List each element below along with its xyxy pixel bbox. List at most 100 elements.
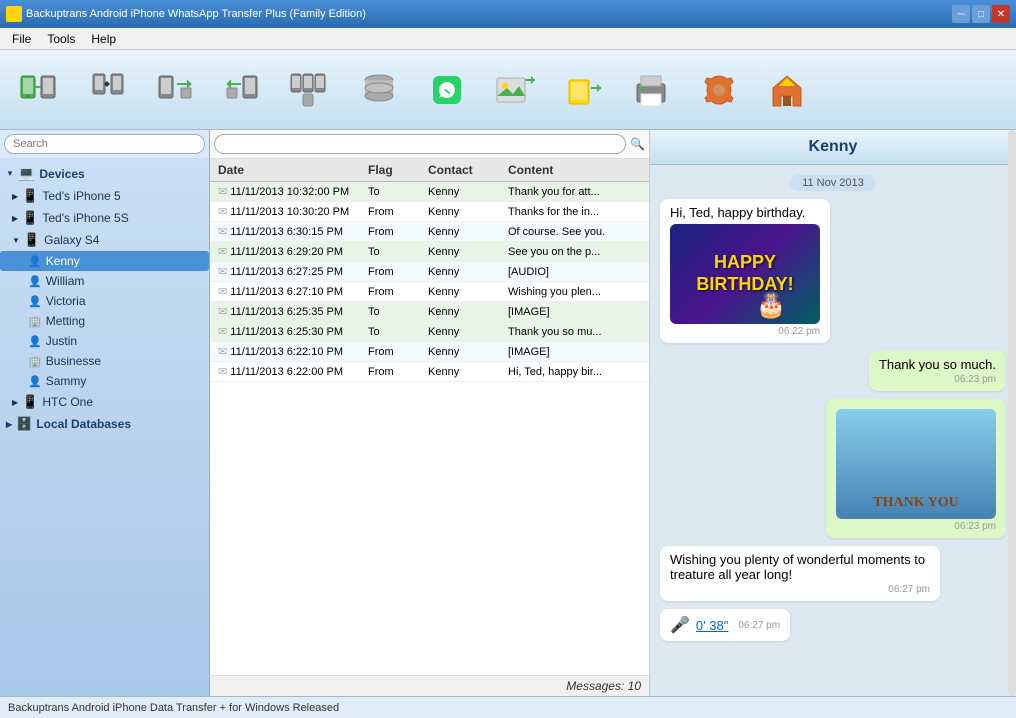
menu-help[interactable]: Help bbox=[83, 30, 124, 48]
transfer-android-icon bbox=[17, 68, 61, 112]
msg-flag: From bbox=[368, 346, 428, 358]
message-rows: ✉ 11/11/2013 10:32:00 PM To Kenny Thank … bbox=[210, 182, 649, 675]
toolbar-btn-2[interactable] bbox=[76, 56, 138, 124]
msg-date: ✉ 11/11/2013 6:27:25 PM bbox=[218, 265, 368, 278]
whatsapp-transfer-icon bbox=[425, 68, 469, 112]
sidebar-item-htcone[interactable]: ▶ 📱 HTC One bbox=[0, 391, 209, 413]
sidebar-contact-metting[interactable]: 🏢 Metting bbox=[0, 311, 209, 331]
sidebar-search-input[interactable] bbox=[4, 134, 205, 154]
victoria-contact-icon: 👤 bbox=[28, 295, 42, 308]
william-contact-icon: 👤 bbox=[28, 275, 42, 288]
audio-duration[interactable]: 0' 38" bbox=[696, 618, 728, 633]
message-row[interactable]: ✉ 11/11/2013 6:30:15 PM From Kenny Of co… bbox=[210, 222, 649, 242]
sidebar: ▼ 💻 Devices ▶ 📱 Ted's iPhone 5 ▶ 📱 Ted's… bbox=[0, 130, 210, 696]
msg-contact: Kenny bbox=[428, 286, 508, 298]
sidebar-item-teds-iphone5[interactable]: ▶ 📱 Ted's iPhone 5 bbox=[0, 185, 209, 207]
iphone5s-expand-icon: ▶ bbox=[12, 214, 18, 223]
bubble-2-time: 06:23 pm bbox=[879, 374, 996, 385]
sammy-contact-icon: 👤 bbox=[28, 375, 42, 388]
message-row[interactable]: ✉ 11/11/2013 6:27:25 PM From Kenny [AUDI… bbox=[210, 262, 649, 282]
sidebar-contact-victoria[interactable]: 👤 Victoria bbox=[0, 291, 209, 311]
toolbar-btn-9[interactable] bbox=[552, 56, 614, 124]
envelope-icon: ✉ bbox=[218, 206, 227, 218]
message-row[interactable]: ✉ 11/11/2013 6:29:20 PM To Kenny See you… bbox=[210, 242, 649, 262]
msg-date: ✉ 11/11/2013 6:27:10 PM bbox=[218, 285, 368, 298]
message-row[interactable]: ✉ 11/11/2013 6:25:35 PM To Kenny [IMAGE] bbox=[210, 302, 649, 322]
message-row[interactable]: ✉ 11/11/2013 10:30:20 PM From Kenny Than… bbox=[210, 202, 649, 222]
menu-file[interactable]: File bbox=[4, 30, 39, 48]
sidebar-tree: ▼ 💻 Devices ▶ 📱 Ted's iPhone 5 ▶ 📱 Ted's… bbox=[0, 158, 209, 696]
chat-bubble-1: Hi, Ted, happy birthday. HAPPYBIRTHDAY! … bbox=[660, 199, 830, 343]
message-list: 🔍 Date Flag Contact Content ✉ 11/11/2013… bbox=[210, 130, 650, 696]
menu-tools[interactable]: Tools bbox=[39, 30, 83, 48]
print-icon bbox=[629, 68, 673, 112]
htcone-label: HTC One bbox=[42, 395, 93, 409]
chat-messages[interactable]: 11 Nov 2013 Hi, Ted, happy birthday. HAP… bbox=[650, 165, 1016, 696]
maximize-button[interactable]: □ bbox=[972, 5, 990, 23]
devices-group[interactable]: ▼ 💻 Devices bbox=[0, 162, 209, 185]
toolbar-btn-12[interactable] bbox=[756, 56, 818, 124]
toolbar-btn-11[interactable] bbox=[688, 56, 750, 124]
thankyou-image: THANK YOU bbox=[836, 409, 996, 519]
sidebar-contact-sammy[interactable]: 👤 Sammy bbox=[0, 371, 209, 391]
msg-flag: From bbox=[368, 286, 428, 298]
local-databases-group[interactable]: ▶ 🗄️ Local Databases bbox=[0, 413, 209, 435]
toolbar-btn-7[interactable] bbox=[416, 56, 478, 124]
bubble-1-time: 06:22 pm bbox=[670, 326, 820, 337]
msg-contact: Kenny bbox=[428, 326, 508, 338]
title-bar-controls: ─ □ ✕ bbox=[952, 5, 1010, 23]
chat-contact-name: Kenny bbox=[809, 138, 858, 155]
sidebar-contact-justin[interactable]: 👤 Justin bbox=[0, 331, 209, 351]
msg-date: ✉ 11/11/2013 10:32:00 PM bbox=[218, 185, 368, 198]
status-text: Backuptrans Android iPhone Data Transfer… bbox=[8, 702, 339, 714]
iphone5-expand-icon: ▶ bbox=[12, 192, 18, 201]
msg-flag: To bbox=[368, 246, 428, 258]
htcone-expand-icon: ▶ bbox=[12, 398, 18, 407]
toolbar-btn-4[interactable] bbox=[212, 56, 274, 124]
chat-scrollbar[interactable] bbox=[1008, 130, 1016, 696]
msg-contact: Kenny bbox=[428, 206, 508, 218]
search-icon: 🔍 bbox=[630, 137, 645, 151]
sidebar-item-galaxys4[interactable]: ▼ 📱 Galaxy S4 bbox=[0, 229, 209, 251]
chat-date-label: 11 Nov 2013 bbox=[790, 175, 876, 191]
envelope-icon: ✉ bbox=[218, 346, 227, 358]
metting-label: Metting bbox=[46, 314, 85, 328]
msg-flag: From bbox=[368, 226, 428, 238]
message-row[interactable]: ✉ 11/11/2013 6:22:10 PM From Kenny [IMAG… bbox=[210, 342, 649, 362]
minimize-button[interactable]: ─ bbox=[952, 5, 970, 23]
toolbar-btn-1[interactable] bbox=[8, 56, 70, 124]
message-search-input[interactable] bbox=[214, 134, 626, 154]
envelope-icon: ✉ bbox=[218, 186, 227, 198]
msg-content: Hi, Ted, happy bir... bbox=[508, 366, 641, 378]
chat-bubble-2: Thank you so much. 06:23 pm bbox=[869, 351, 1006, 391]
chat-area: Kenny 11 Nov 2013 Hi, Ted, happy birthda… bbox=[650, 130, 1016, 696]
close-button[interactable]: ✕ bbox=[992, 5, 1010, 23]
iphone5s-label: Ted's iPhone 5S bbox=[42, 211, 128, 225]
businesse-label: Businesse bbox=[46, 354, 101, 368]
toolbar-btn-3[interactable] bbox=[144, 56, 206, 124]
toolbar-btn-10[interactable] bbox=[620, 56, 682, 124]
sidebar-contact-william[interactable]: 👤 William bbox=[0, 271, 209, 291]
message-count: Messages: 10 bbox=[566, 679, 641, 693]
message-row[interactable]: ✉ 11/11/2013 6:27:10 PM From Kenny Wishi… bbox=[210, 282, 649, 302]
message-row[interactable]: ✉ 11/11/2013 6:22:00 PM From Kenny Hi, T… bbox=[210, 362, 649, 382]
audio-bubble: 🎤 0' 38" 06:27 pm bbox=[670, 615, 780, 635]
toolbar-btn-5[interactable] bbox=[280, 56, 342, 124]
toolbar-btn-8[interactable] bbox=[484, 56, 546, 124]
sammy-label: Sammy bbox=[46, 374, 87, 388]
db-icon: 🗄️ bbox=[16, 416, 32, 432]
col-flag: Flag bbox=[368, 163, 428, 177]
chat-bubble-4: Wishing you plenty of wonderful moments … bbox=[660, 546, 940, 601]
message-row[interactable]: ✉ 11/11/2013 10:32:00 PM To Kenny Thank … bbox=[210, 182, 649, 202]
msg-contact: Kenny bbox=[428, 306, 508, 318]
sidebar-contact-kenny[interactable]: 👤 Kenny bbox=[0, 251, 209, 271]
sidebar-item-teds-iphone5s[interactable]: ▶ 📱 Ted's iPhone 5S bbox=[0, 207, 209, 229]
message-row[interactable]: ✉ 11/11/2013 6:25:30 PM To Kenny Thank y… bbox=[210, 322, 649, 342]
col-contact: Contact bbox=[428, 163, 508, 177]
thankyou-text: THANK YOU bbox=[873, 495, 958, 511]
app-icon bbox=[6, 6, 22, 22]
iphone5-label: Ted's iPhone 5 bbox=[42, 189, 120, 203]
msg-content: Thank you so mu... bbox=[508, 326, 641, 338]
toolbar-btn-6[interactable] bbox=[348, 56, 410, 124]
sidebar-contact-businesse[interactable]: 🏢 Businesse bbox=[0, 351, 209, 371]
